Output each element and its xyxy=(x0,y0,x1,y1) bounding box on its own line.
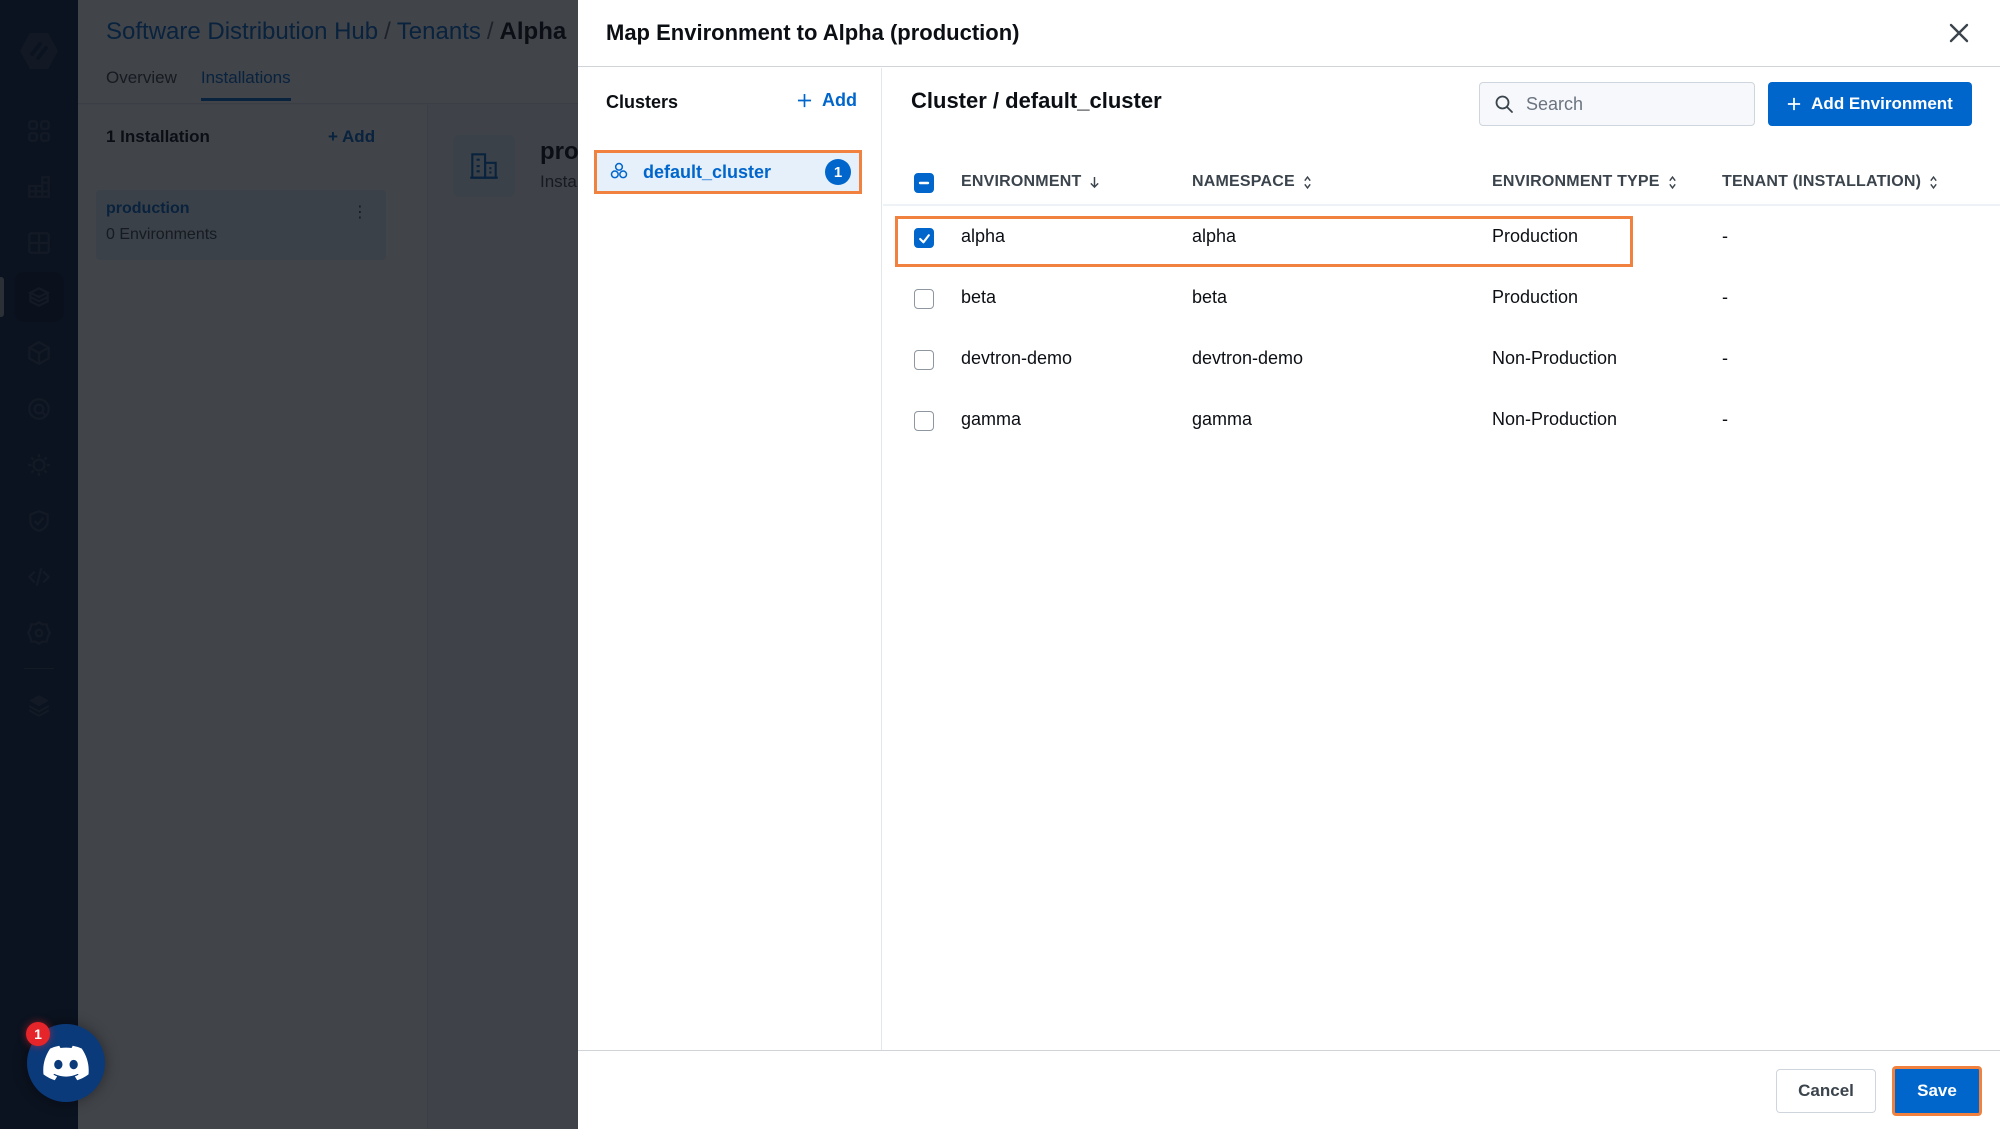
column-label: NAMESPACE xyxy=(1192,173,1295,190)
sort-descending-icon xyxy=(1090,176,1100,188)
environments-panel: Cluster / default_cluster Add Environmen… xyxy=(883,68,2000,1050)
cell-namespace: beta xyxy=(1192,287,1228,307)
cell-namespace: devtron-demo xyxy=(1192,348,1304,368)
column-label: TENANT (INSTALLATION) xyxy=(1722,173,1922,190)
cell-environment-type: Non-Production xyxy=(1492,409,1618,429)
modal-backdrop[interactable] xyxy=(0,0,578,1129)
column-header-environment[interactable]: ENVIRONMENT xyxy=(961,173,1100,191)
select-all-checkbox[interactable] xyxy=(914,173,934,193)
add-cluster-label: Add xyxy=(822,90,857,110)
plus-icon xyxy=(1788,97,1801,111)
cell-environment: devtron-demo xyxy=(961,348,1073,368)
cell-environment-type: Non-Production xyxy=(1492,348,1618,368)
add-cluster-button[interactable]: Add xyxy=(797,90,857,111)
sort-icon xyxy=(1668,175,1676,189)
table-row[interactable]: beta beta Production - xyxy=(883,267,2000,328)
discord-icon xyxy=(43,1045,89,1081)
cell-tenant: - xyxy=(1722,226,1728,246)
column-label: ENVIRONMENT xyxy=(961,173,1082,190)
clusters-panel: Clusters Add default_cluster 1 xyxy=(578,68,882,1050)
sort-icon xyxy=(1930,175,1937,189)
check-icon xyxy=(918,233,930,243)
cell-namespace: gamma xyxy=(1192,409,1253,429)
add-environment-label: Add Environment xyxy=(1811,94,1953,113)
table-row[interactable]: alpha alpha Production - xyxy=(883,206,2000,267)
close-icon xyxy=(1949,23,1969,43)
search-field[interactable] xyxy=(1479,82,1755,126)
row-checkbox[interactable] xyxy=(914,350,934,370)
row-checkbox[interactable] xyxy=(914,228,934,248)
column-header-environment-type[interactable]: ENVIRONMENT TYPE xyxy=(1492,173,1677,191)
minus-icon xyxy=(918,181,930,185)
column-label: ENVIRONMENT TYPE xyxy=(1492,173,1660,190)
search-icon xyxy=(1495,95,1513,113)
search-input[interactable] xyxy=(1526,93,1726,115)
modal-title: Map Environment to Alpha (production) xyxy=(606,20,1020,45)
cell-environment-type: Production xyxy=(1492,226,1579,246)
cluster-name: default_cluster xyxy=(643,161,772,182)
modal-header: Map Environment to Alpha (production) xyxy=(578,0,2000,67)
modal-footer: Cancel Save xyxy=(578,1050,2000,1129)
cluster-selected-count-badge: 1 xyxy=(825,159,851,185)
discord-notification-badge: 1 xyxy=(26,1022,50,1046)
cell-namespace: alpha xyxy=(1192,226,1237,246)
cluster-icon xyxy=(609,161,631,183)
cell-environment: alpha xyxy=(961,226,1006,246)
close-button[interactable] xyxy=(1944,18,1974,48)
table-header: ENVIRONMENT NAMESPACE ENVIRONMENT TYPE T… xyxy=(883,160,2000,206)
table-row[interactable]: devtron-demo devtron-demo Non-Production… xyxy=(883,328,2000,389)
cancel-button[interactable]: Cancel xyxy=(1776,1069,1876,1113)
sort-icon xyxy=(1304,175,1311,189)
cluster-item-default-cluster[interactable]: default_cluster 1 xyxy=(594,150,862,194)
cell-tenant: - xyxy=(1722,348,1728,368)
add-environment-button[interactable]: Add Environment xyxy=(1768,82,1972,126)
cell-environment: gamma xyxy=(961,409,1022,429)
cluster-breadcrumb-title: Cluster / default_cluster xyxy=(911,88,1162,113)
row-checkbox[interactable] xyxy=(914,289,934,309)
cell-environment: beta xyxy=(961,287,997,307)
cell-tenant: - xyxy=(1722,409,1728,429)
cell-environment-type: Production xyxy=(1492,287,1579,307)
cell-tenant: - xyxy=(1722,287,1728,307)
table-row[interactable]: gamma gamma Non-Production - xyxy=(883,389,2000,450)
column-header-tenant-installation[interactable]: TENANT (INSTALLATION) xyxy=(1722,173,1938,191)
map-environment-modal: Map Environment to Alpha (production) Cl… xyxy=(578,0,2000,1129)
plus-icon xyxy=(797,93,812,108)
environments-table: ENVIRONMENT NAMESPACE ENVIRONMENT TYPE T… xyxy=(883,160,2000,450)
clusters-heading: Clusters xyxy=(606,92,679,112)
row-checkbox[interactable] xyxy=(914,411,934,431)
save-button[interactable]: Save xyxy=(1892,1066,1982,1116)
column-header-namespace[interactable]: NAMESPACE xyxy=(1192,173,1312,191)
